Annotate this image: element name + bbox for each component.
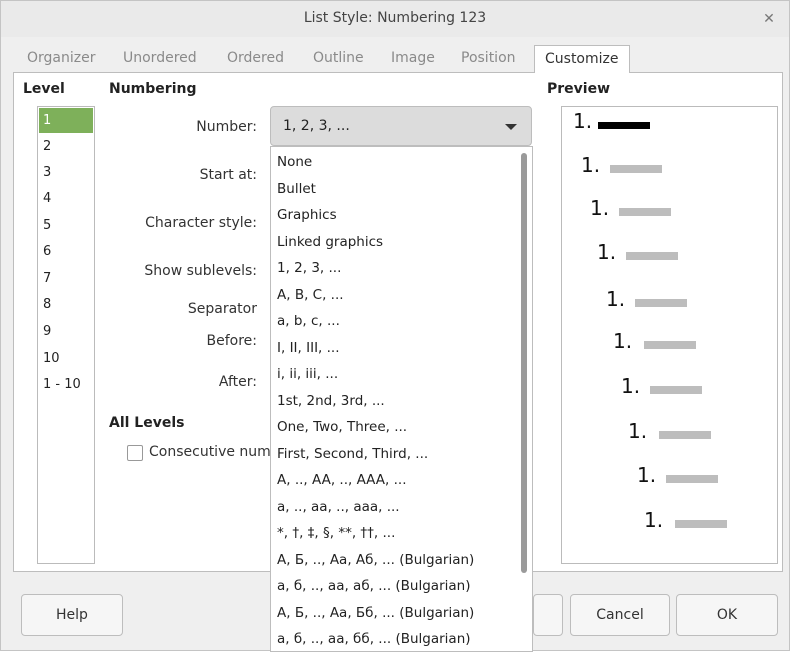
start-at-label: Start at: — [199, 167, 257, 183]
dropdown-option[interactable]: Bullet — [277, 181, 316, 197]
preview-pane: 1. 1. 1. 1. 1. 1. 1. 1. 1. 1. — [561, 106, 778, 564]
all-levels-heading: All Levels — [109, 415, 185, 431]
level-item-3[interactable]: 3 — [39, 160, 93, 185]
preview-number: 1. — [606, 287, 626, 311]
dropdown-option[interactable]: 1, 2, 3, ... — [277, 260, 341, 276]
consecutive-numbering-checkbox[interactable] — [127, 445, 143, 461]
show-sublevels-label: Show sublevels: — [144, 263, 257, 279]
number-select[interactable]: 1, 2, 3, ... — [270, 106, 532, 146]
tab-image[interactable]: Image — [391, 45, 435, 73]
close-icon[interactable]: ✕ — [759, 8, 779, 28]
list-style-dialog: List Style: Numbering 123 ✕ Organizer Un… — [0, 0, 790, 652]
dropdown-option[interactable]: a, .., aa, .., aaa, ... — [277, 499, 400, 515]
preview-number: 1. — [581, 153, 601, 177]
dropdown-option[interactable]: Linked graphics — [277, 234, 383, 250]
number-dropdown-list[interactable]: None Bullet Graphics Linked graphics 1, … — [270, 146, 533, 652]
preview-number: 1. — [597, 240, 617, 264]
preview-text-bar — [650, 386, 702, 394]
number-label: Number: — [196, 119, 257, 135]
chevron-down-icon — [505, 124, 517, 130]
preview-heading: Preview — [547, 81, 611, 97]
preview-number: 1. — [628, 419, 648, 443]
reset-button-partial[interactable] — [533, 594, 563, 636]
dropdown-option[interactable]: First, Second, Third, ... — [277, 446, 428, 462]
preview-number: 1. — [637, 463, 657, 487]
level-heading: Level — [23, 81, 65, 97]
character-style-label: Character style: — [145, 215, 257, 231]
tab-outline[interactable]: Outline — [313, 45, 364, 73]
dropdown-option[interactable]: А, Б, .., Аа, Бб, ... (Bulgarian) — [277, 605, 474, 621]
dropdown-option[interactable]: 1st, 2nd, 3rd, ... — [277, 393, 385, 409]
preview-number: 1. — [590, 196, 610, 220]
before-label: Before: — [206, 333, 258, 349]
level-item-8[interactable]: 8 — [39, 292, 93, 317]
consecutive-numbering-label: Consecutive num — [149, 444, 271, 460]
preview-number: 1. — [644, 508, 664, 532]
separator-label: Separator — [187, 301, 257, 317]
preview-number: 1. — [613, 329, 633, 353]
preview-text-bar — [635, 299, 687, 307]
ok-button[interactable]: OK — [676, 594, 778, 636]
preview-text-bar — [610, 165, 662, 173]
level-list[interactable]: 1 2 3 4 5 6 7 8 9 10 1 - 10 — [37, 106, 95, 564]
help-button[interactable]: Help — [21, 594, 123, 636]
dropdown-option[interactable]: Graphics — [277, 207, 337, 223]
number-select-value: 1, 2, 3, ... — [283, 118, 350, 134]
dropdown-scrollbar[interactable] — [521, 153, 527, 573]
tab-position[interactable]: Position — [461, 45, 516, 73]
preview-number: 1. — [573, 109, 593, 133]
dropdown-option[interactable]: i, ii, iii, ... — [277, 366, 338, 382]
preview-text-bar — [598, 122, 650, 129]
preview-number: 1. — [621, 374, 641, 398]
dropdown-option[interactable]: One, Two, Three, ... — [277, 419, 407, 435]
tab-organizer[interactable]: Organizer — [27, 45, 95, 73]
dropdown-option[interactable]: None — [277, 154, 312, 170]
level-item-9[interactable]: 9 — [39, 319, 93, 344]
level-item-7[interactable]: 7 — [39, 266, 93, 291]
level-item-1[interactable]: 1 — [39, 108, 93, 133]
tab-customize[interactable]: Customize — [534, 45, 630, 73]
level-item-5[interactable]: 5 — [39, 213, 93, 238]
level-item-10[interactable]: 10 — [39, 346, 93, 371]
dropdown-option[interactable]: А, Б, .., Аа, Аб, ... (Bulgarian) — [277, 552, 474, 568]
dropdown-option[interactable]: a, b, c, ... — [277, 313, 340, 329]
level-item-2[interactable]: 2 — [39, 134, 93, 159]
level-item-1-10[interactable]: 1 - 10 — [39, 372, 93, 397]
dropdown-option[interactable]: а, б, .., аа, бб, ... (Bulgarian) — [277, 631, 471, 647]
preview-text-bar — [659, 431, 711, 439]
preview-text-bar — [644, 341, 696, 349]
dropdown-option[interactable]: A, B, C, ... — [277, 287, 344, 303]
preview-text-bar — [626, 252, 678, 260]
dropdown-option[interactable]: а, б, .., аа, аб, ... (Bulgarian) — [277, 578, 470, 594]
dropdown-option[interactable]: I, II, III, ... — [277, 340, 340, 356]
preview-text-bar — [666, 475, 718, 483]
level-item-4[interactable]: 4 — [39, 186, 93, 211]
numbering-labels: Number: Start at: Character style: Show … — [101, 1, 257, 652]
cancel-button[interactable]: Cancel — [570, 594, 670, 636]
after-label: After: — [218, 374, 257, 390]
preview-text-bar — [619, 208, 671, 216]
dropdown-option[interactable]: *, †, ‡, §, **, ††, ... — [277, 525, 395, 541]
dropdown-option[interactable]: A, .., AA, .., AAA, ... — [277, 472, 407, 488]
preview-text-bar — [675, 520, 727, 528]
level-item-6[interactable]: 6 — [39, 239, 93, 264]
